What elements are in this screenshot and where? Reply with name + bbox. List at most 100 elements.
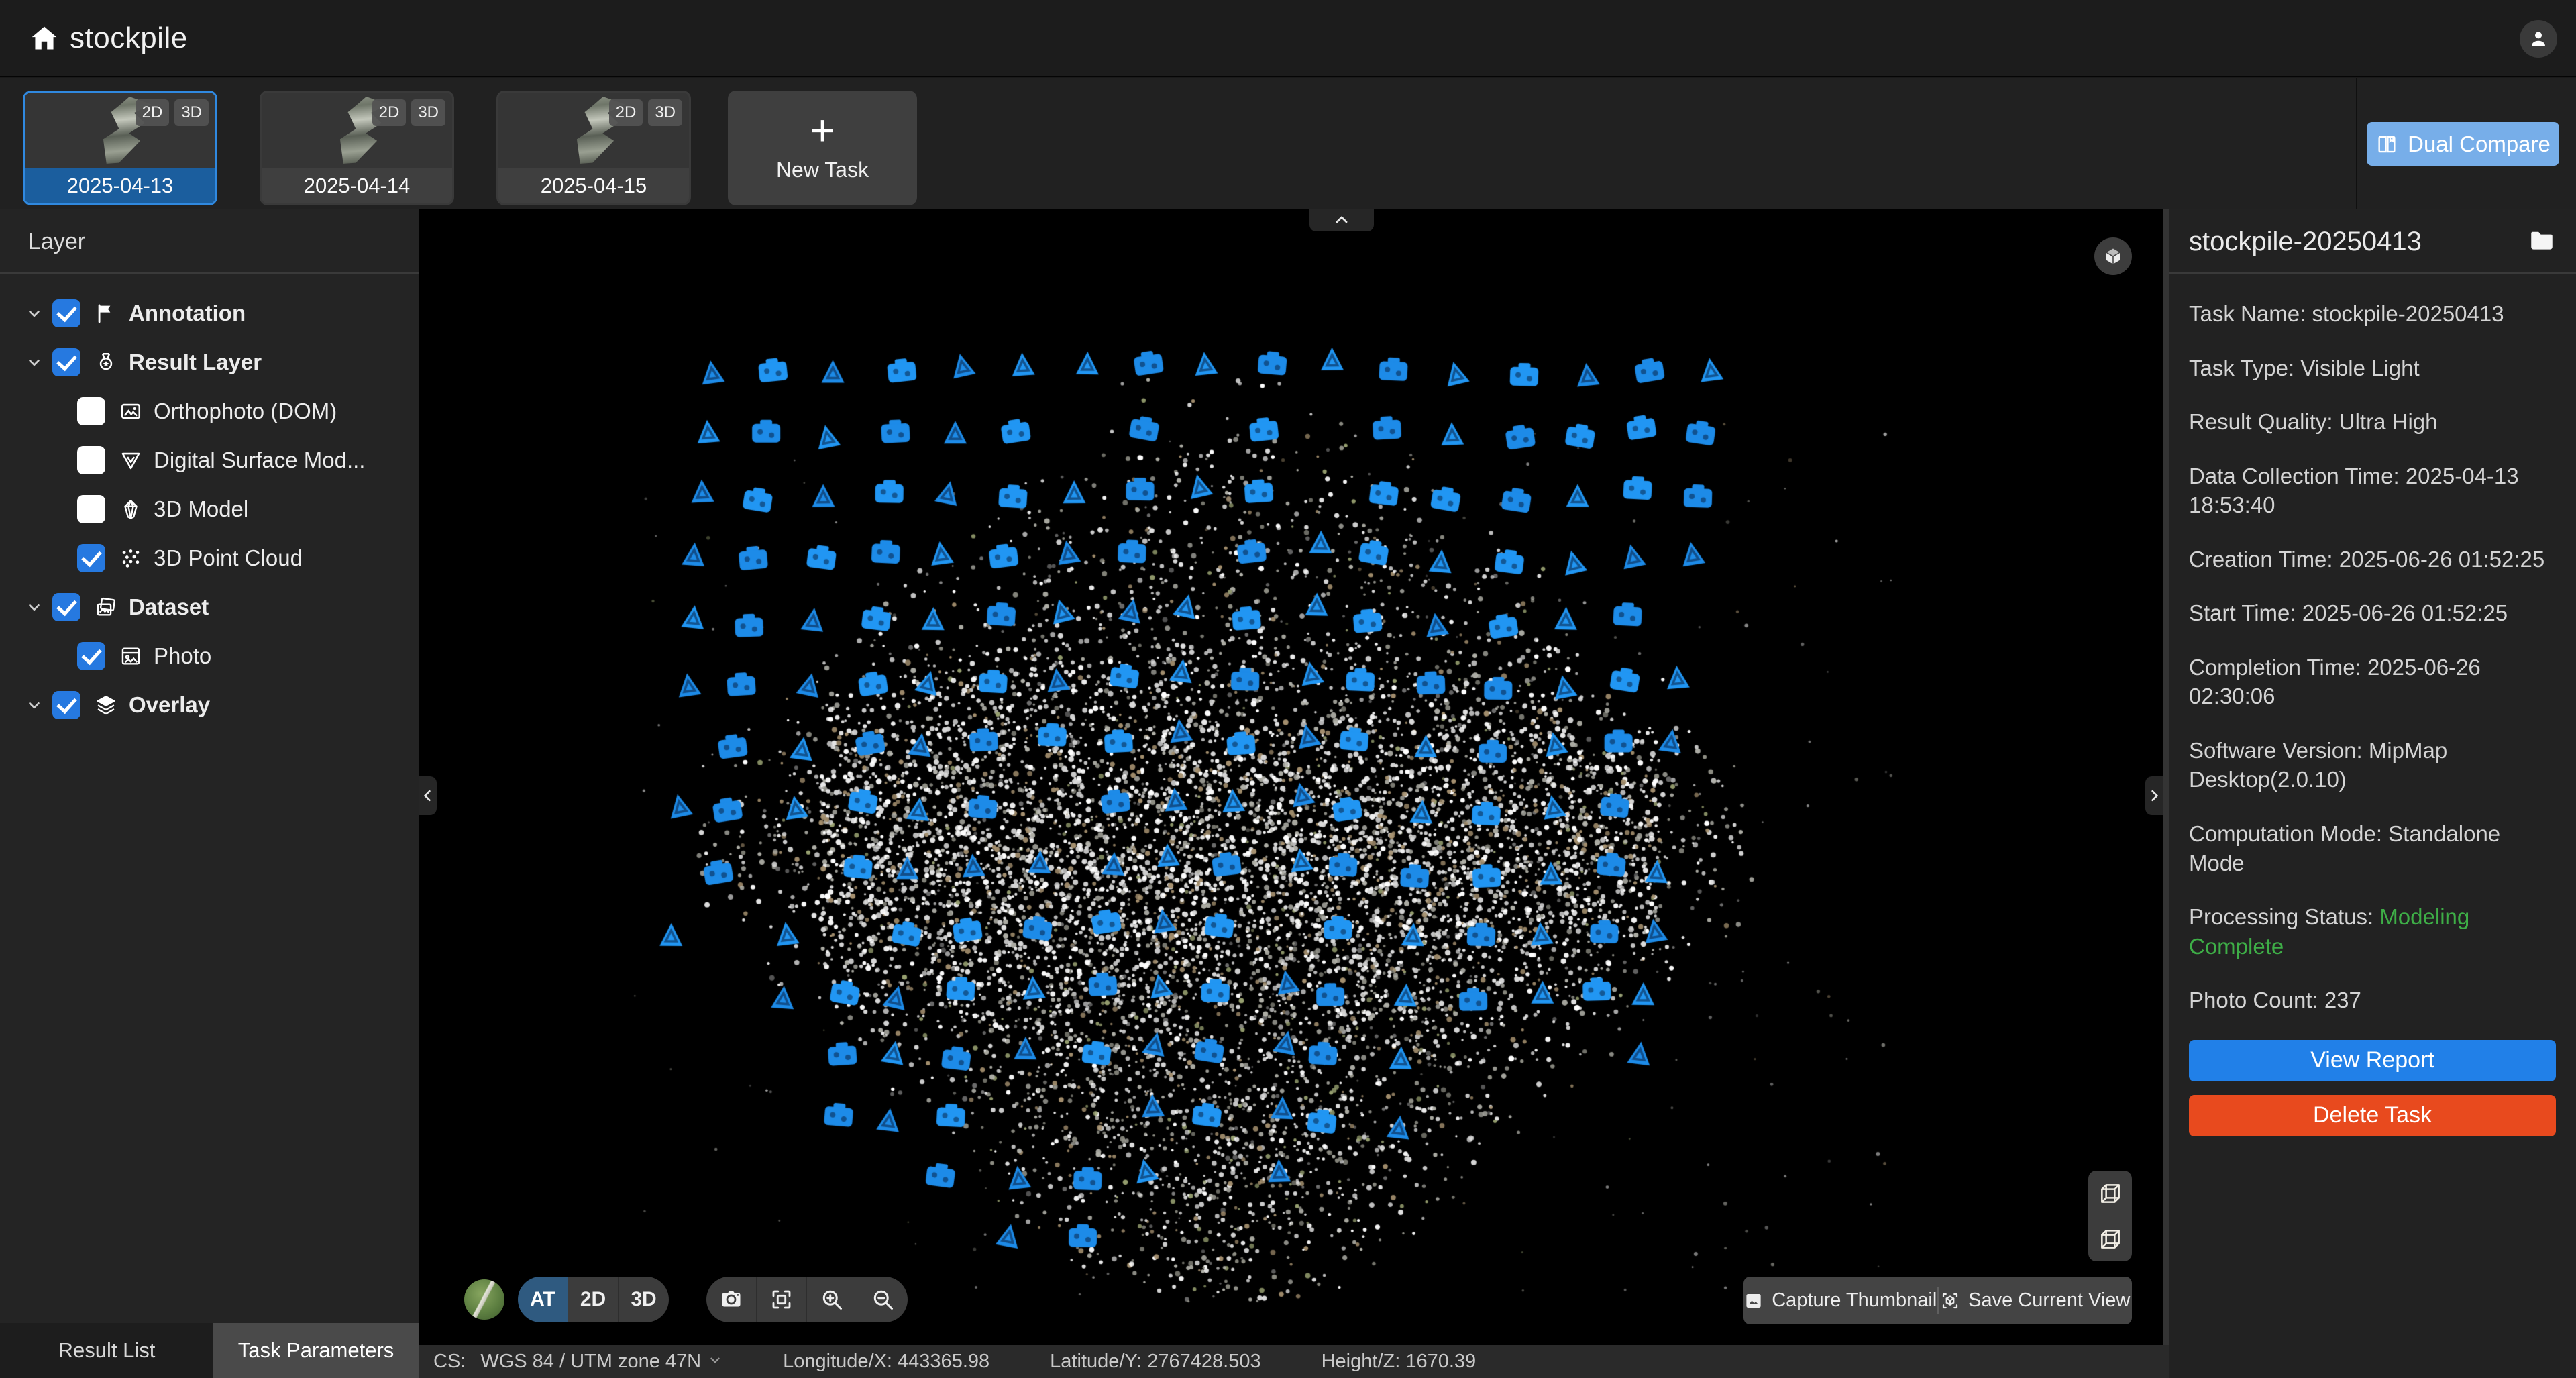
panel-splitter[interactable] [2163, 209, 2169, 1378]
tab-task-parameters[interactable]: Task Parameters [213, 1323, 419, 1378]
point-cloud-canvas[interactable] [419, 209, 2163, 1345]
fit-view-button[interactable] [757, 1277, 807, 1322]
tab-result-list[interactable]: Result List [0, 1323, 213, 1378]
collapse-right-handle[interactable] [2145, 776, 2163, 815]
save-current-view-button[interactable]: Save Current View [1939, 1277, 2133, 1324]
chevron-down-icon [708, 1350, 722, 1373]
view-report-button[interactable]: View Report [2189, 1040, 2556, 1081]
expand-icon [769, 1287, 794, 1312]
cs-dropdown[interactable]: WGS 84 / UTM zone 47N [480, 1350, 722, 1373]
wireframe-cube-bottom-button[interactable] [2096, 1224, 2125, 1254]
layer-tree-row[interactable]: Result Layer [0, 337, 419, 386]
layer-checkbox[interactable] [77, 642, 105, 670]
layer-tree-row[interactable]: Dataset [0, 582, 419, 631]
screenshot-button[interactable] [706, 1277, 757, 1322]
detail-label: Task Name: [2189, 301, 2306, 326]
save-current-view-label: Save Current View [1968, 1289, 2130, 1312]
task-bar: 2D3D2025-04-132D3D2025-04-142D3D2025-04-… [0, 78, 2576, 209]
dual-compare-icon [2375, 133, 2398, 156]
layer-tree-row[interactable]: 3D Point Cloud [0, 533, 419, 582]
zoom-out-icon [871, 1287, 895, 1312]
status-bar: CS: WGS 84 / UTM zone 47N Longitude/X: 4… [419, 1345, 2169, 1378]
badge-3d[interactable]: 3D [648, 99, 682, 126]
detail-row: Completion Time: 2025-06-26 02:30:06 [2189, 653, 2556, 711]
layer-checkbox[interactable] [77, 397, 105, 425]
open-folder-button[interactable] [2528, 226, 2556, 258]
layer-checkbox[interactable] [77, 495, 105, 523]
task-card[interactable]: 2D3D2025-04-14 [260, 91, 454, 205]
view-cube-button[interactable] [2094, 237, 2132, 275]
camera-icon [719, 1287, 743, 1312]
capture-thumbnail-button[interactable]: Capture Thumbnail [1743, 1277, 1937, 1324]
detail-value: Visible Light [2300, 356, 2419, 380]
folder-icon [2528, 226, 2556, 254]
chevron-right-icon [2145, 786, 2163, 805]
badge-3d[interactable]: 3D [411, 99, 445, 126]
photos-icon [91, 594, 121, 621]
badge-2d[interactable]: 2D [136, 99, 170, 126]
badge-3d[interactable]: 3D [174, 99, 209, 126]
detail-value: Ultra High [2339, 409, 2438, 434]
wireframe-cube-top-button[interactable] [2096, 1179, 2125, 1208]
task-details-title: stockpile-20250413 [2189, 227, 2422, 257]
longitude-value: 443365.98 [898, 1350, 989, 1373]
detail-label: Start Time: [2189, 600, 2296, 625]
detail-value: 237 [2324, 988, 2361, 1012]
zoom-out-button[interactable] [857, 1277, 908, 1322]
detail-row: Task Name: stockpile-20250413 [2189, 299, 2556, 329]
mini-map-thumbnail[interactable] [464, 1279, 504, 1320]
dual-compare-button[interactable]: Dual Compare [2367, 122, 2559, 166]
projection-toggle-stack [2088, 1171, 2132, 1261]
layer-label: Result Layer [129, 350, 262, 375]
task-card[interactable]: 2D3D2025-04-13 [23, 91, 217, 205]
layer-checkbox[interactable] [77, 446, 105, 474]
collapse-left-handle[interactable] [419, 776, 437, 815]
map-viewport[interactable]: AT2D3D Capture Thumbnail Save Current Vi… [419, 209, 2163, 1345]
layer-checkbox[interactable] [52, 691, 80, 719]
layer-tree-row[interactable]: Annotation [0, 288, 419, 337]
chevron-down-icon[interactable] [25, 694, 52, 717]
badge-2d[interactable]: 2D [372, 99, 407, 126]
capture-bar: Capture Thumbnail Save Current View [1743, 1277, 2132, 1324]
mode-button-3d[interactable]: 3D [619, 1277, 669, 1322]
layer-label: 3D Point Cloud [154, 545, 303, 571]
layer-checkbox[interactable] [77, 544, 105, 572]
layer-tree-row[interactable]: Photo [0, 631, 419, 680]
chevron-left-icon [419, 786, 437, 805]
layer-label: Orthophoto (DOM) [154, 399, 337, 424]
detail-label: Processing Status: [2189, 904, 2373, 929]
mode-button-at[interactable]: AT [518, 1277, 568, 1322]
layer-tree-row[interactable]: Digital Surface Mod... [0, 435, 419, 484]
badge-2d[interactable]: 2D [609, 99, 643, 126]
detail-row: Computation Mode: Standalone Mode [2189, 819, 2556, 878]
viewport-tools [706, 1277, 908, 1322]
zoom-in-button[interactable] [807, 1277, 857, 1322]
dimension-badges: 2D3D [609, 99, 682, 126]
task-details-panel: stockpile-20250413 Task Name: stockpile-… [2169, 209, 2576, 1378]
delete-task-button[interactable]: Delete Task [2189, 1095, 2556, 1136]
mode-button-2d[interactable]: 2D [568, 1277, 619, 1322]
layer-tree-row[interactable]: Orthophoto (DOM) [0, 386, 419, 435]
cs-value: WGS 84 / UTM zone 47N [480, 1350, 701, 1373]
layer-tree-row[interactable]: 3D Model [0, 484, 419, 533]
chevron-down-icon[interactable] [25, 302, 52, 325]
user-avatar[interactable] [2520, 20, 2557, 58]
taskbar-divider [2356, 78, 2357, 209]
collapse-top-handle[interactable] [1309, 209, 1374, 231]
chevron-down-icon[interactable] [25, 596, 52, 619]
coordinate-system-group: CS: WGS 84 / UTM zone 47N [433, 1350, 722, 1373]
detail-label: Software Version: [2189, 738, 2363, 763]
flag-icon [91, 300, 121, 327]
new-task-button[interactable]: + New Task [728, 91, 917, 205]
layer-checkbox[interactable] [52, 593, 80, 621]
chevron-down-icon[interactable] [25, 351, 52, 374]
task-thumbnail: 2D3D [25, 93, 215, 168]
layer-checkbox[interactable] [52, 348, 80, 376]
layer-checkbox[interactable] [52, 299, 80, 327]
layer-tree-row[interactable]: Overlay [0, 680, 419, 729]
detail-row: Task Type: Visible Light [2189, 354, 2556, 383]
cube-icon [2103, 246, 2123, 266]
home-icon[interactable] [30, 23, 59, 53]
task-date-label: 2025-04-13 [25, 168, 215, 203]
task-card[interactable]: 2D3D2025-04-15 [496, 91, 691, 205]
